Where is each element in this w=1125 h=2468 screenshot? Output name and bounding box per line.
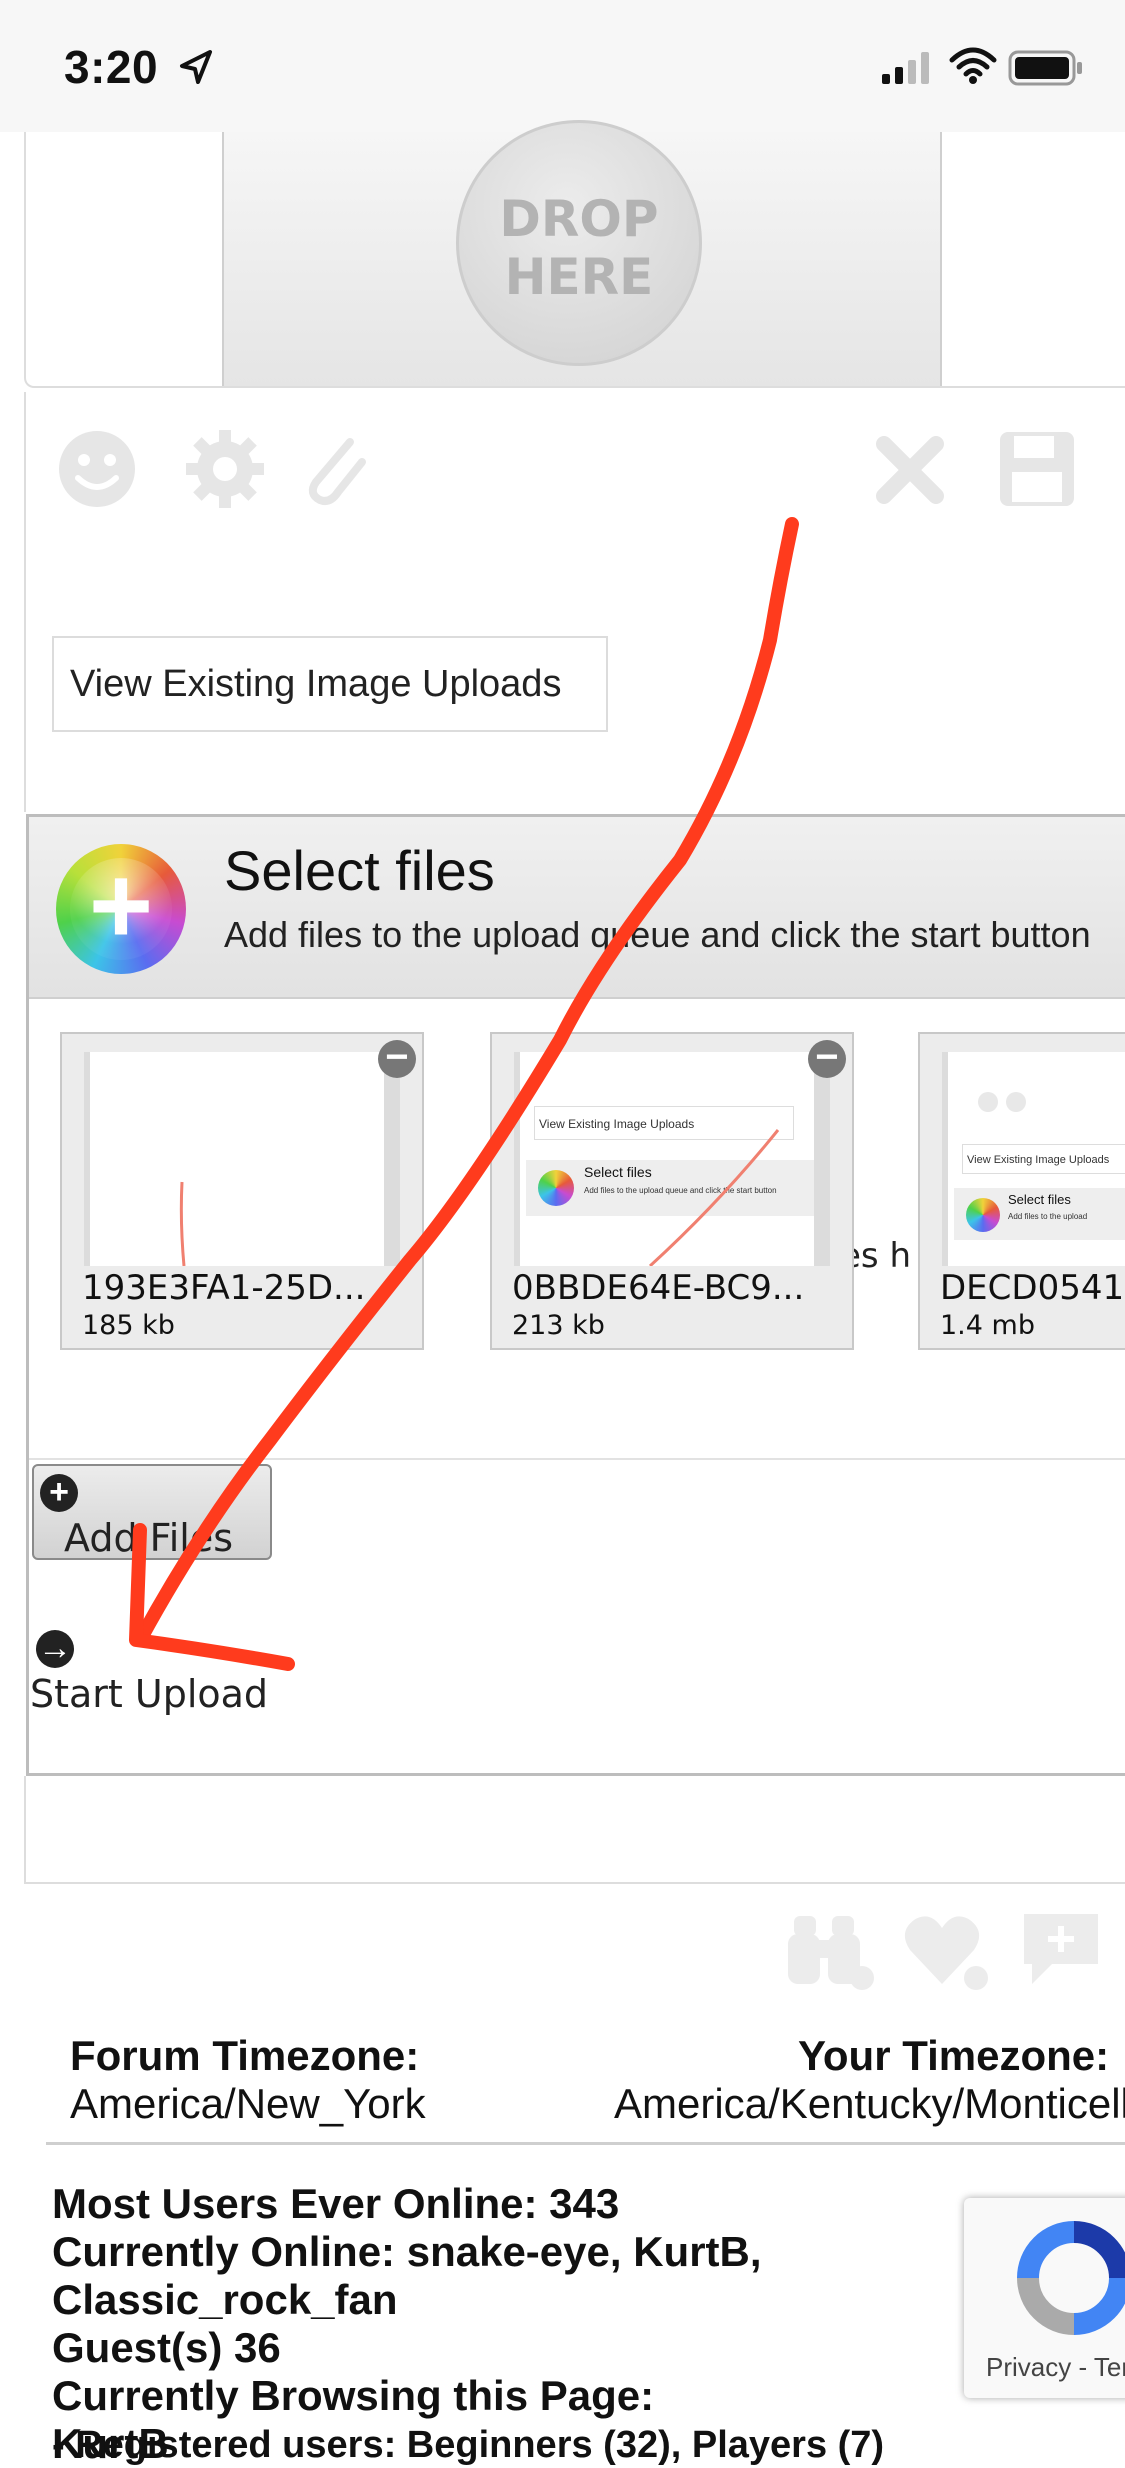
registered-users-line: - Registered users: Beginners (32), Play… xyxy=(52,2424,885,2466)
thumb-subtitle: Add files to the upload xyxy=(1008,1212,1088,1221)
file-card[interactable]: View Existing Image Uploads Select files… xyxy=(490,1032,854,1350)
uploader-header xyxy=(29,817,1125,999)
remove-file-icon[interactable]: − xyxy=(378,1037,416,1078)
footer-divider xyxy=(46,2142,1125,2145)
smiley-icon[interactable] xyxy=(56,428,138,510)
save-icon[interactable] xyxy=(996,428,1078,510)
heart-plus-icon[interactable] xyxy=(902,1908,990,1992)
forum-timezone-label: Forum Timezone: xyxy=(70,2032,420,2079)
recaptcha-logo-icon xyxy=(1017,2221,1125,2335)
location-arrow-icon xyxy=(180,50,212,84)
file-card[interactable]: View Existing Image Uploads Select files… xyxy=(918,1032,1125,1350)
remove-file-icon[interactable]: − xyxy=(808,1037,846,1078)
your-timezone-value: America/Kentucky/Monticello xyxy=(614,2080,1125,2127)
close-icon[interactable] xyxy=(872,432,948,508)
paperclip-icon[interactable] xyxy=(292,428,374,510)
file-thumbnail: View Existing Image Uploads Select files… xyxy=(942,1052,1125,1266)
online-user-link[interactable]: KurtB xyxy=(633,2228,750,2275)
forum-timezone-value: America/New_York xyxy=(70,2080,426,2127)
thumb-view-button: View Existing Image Uploads xyxy=(962,1144,1125,1174)
battery-icon xyxy=(1008,50,1082,86)
thumb-title: Select files xyxy=(1008,1192,1071,1207)
online-user-link[interactable]: Classic_rock_fan xyxy=(52,2276,398,2323)
view-existing-uploads-button[interactable]: View Existing Image Uploads xyxy=(52,636,608,732)
recaptcha-privacy-terms[interactable]: Privacy - Terms xyxy=(986,2352,1125,2383)
uploader-divider xyxy=(29,1458,1125,1460)
file-size: 185 kb xyxy=(82,1310,175,1341)
binoculars-icon[interactable] xyxy=(786,1908,874,1992)
thumb-plus-icon xyxy=(966,1198,1000,1232)
chat-plus-icon[interactable] xyxy=(1018,1908,1106,1992)
editor-bottom-panel xyxy=(24,1776,1125,1884)
file-size: 213 kb xyxy=(512,1310,605,1341)
plus-sign: + xyxy=(88,844,154,967)
currently-online-label: Currently Online: xyxy=(52,2228,396,2275)
online-user-link[interactable]: snake-eye xyxy=(407,2228,610,2275)
thumbnail-annotation xyxy=(179,1181,186,1266)
file-thumbnail: View Existing Image Uploads Select files… xyxy=(514,1052,830,1266)
select-files-title: Select files xyxy=(224,839,495,902)
most-users-ever: Most Users Ever Online: 343 xyxy=(52,2180,620,2227)
guest-count: Guest(s) 36 xyxy=(52,2324,281,2371)
select-files-subtitle: Add files to the upload queue and click … xyxy=(224,914,1091,955)
gear-icon[interactable] xyxy=(184,428,266,510)
your-timezone-label: Your Timezone: xyxy=(798,2032,1110,2079)
file-size: 1.4 mb xyxy=(940,1310,1035,1341)
status-time: 3:20 xyxy=(64,41,159,93)
add-files-label[interactable]: Add Files xyxy=(64,1516,233,1560)
start-upload-button[interactable]: Start Upload xyxy=(30,1672,268,1716)
arrow-right-circle-icon[interactable]: → xyxy=(36,1630,74,1668)
thumb-smiley-icon xyxy=(978,1092,998,1112)
drop-here-label: DROP HERE xyxy=(499,190,659,306)
file-name: 0BBDE64E-BC9... xyxy=(512,1268,805,1308)
wifi-icon xyxy=(949,47,997,84)
thumbnail-annotation xyxy=(648,1129,780,1266)
thumb-gear-icon xyxy=(1006,1092,1026,1112)
file-card[interactable]: − 193E3FA1-25D... 185 kb xyxy=(60,1032,424,1350)
file-name: 193E3FA1-25D... xyxy=(82,1268,366,1308)
plus-circle-icon: + xyxy=(40,1474,78,1512)
file-thumbnail xyxy=(84,1052,400,1266)
file-name: DECD0541 xyxy=(940,1268,1125,1308)
cellular-signal-icon xyxy=(882,52,929,84)
currently-online: Currently Online: snake-eye, KurtB, Clas… xyxy=(52,2228,762,2323)
